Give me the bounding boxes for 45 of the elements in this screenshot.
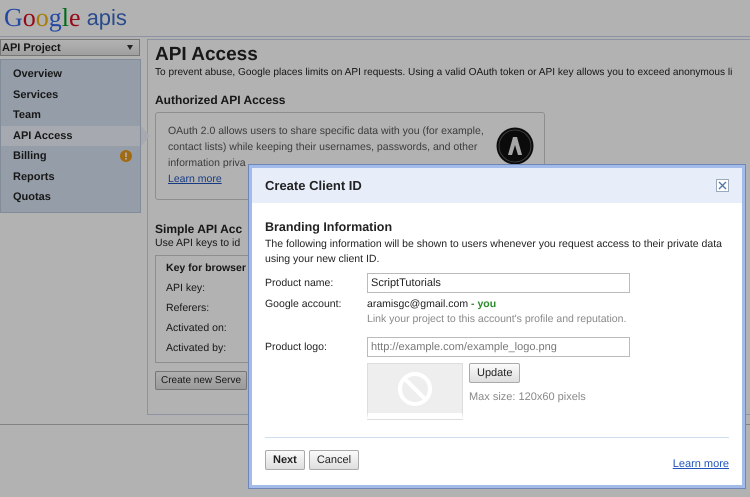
next-button[interactable]: Next (265, 450, 305, 470)
section-heading: Authorized API Access (155, 93, 286, 107)
sidebar-item[interactable]: API Access (1, 126, 140, 146)
dialog-title: Create Client ID (265, 178, 362, 193)
close-button[interactable] (716, 179, 729, 192)
description-text: information priva (168, 156, 246, 171)
sidebar-item[interactable]: Reports (1, 166, 140, 187)
hint-text: Link your project to this account's profile and reputation. (367, 313, 626, 325)
page-title: API Access (155, 44, 258, 66)
caret-icon (127, 45, 133, 50)
sidebar-item[interactable]: Services (1, 84, 140, 105)
create-server-key-button[interactable]: Create new Serve (155, 371, 248, 390)
you-label: - you (471, 298, 496, 310)
pointer-arrow-icon (141, 126, 150, 146)
sidebar-item[interactable]: Quotas (1, 187, 140, 208)
description-text: The following information will be shown to users whenever you request access to their private data using your new client ID. (265, 237, 723, 267)
learn-more-link[interactable]: Learn more (168, 173, 222, 185)
oauth-logo-icon (496, 127, 534, 165)
sidebar-item[interactable]: Team (1, 105, 140, 126)
field-label: Product name: (265, 277, 334, 289)
learn-more-link[interactable]: Learn more (672, 458, 729, 470)
project-dropdown[interactable]: API Project (0, 39, 140, 56)
description-text: Use API keys to id (155, 237, 240, 249)
field-label: Product logo: (265, 341, 328, 353)
account-email: aramisgc@gmail.com (367, 298, 468, 310)
field-label: API key: (166, 282, 206, 294)
hint-text: Max size: 120x60 pixels (469, 391, 586, 403)
sidebar-item[interactable]: Billing (1, 146, 140, 166)
section-heading: Simple API Acc (155, 222, 242, 236)
description-text: contact lists) while keeping their usernames, passwords, and other (168, 140, 478, 155)
key-card-title: Key for browser (166, 262, 246, 274)
intro-text: To prevent abuse, Google places limits on API requests. Using a valid OAuth token or API key allows you to exceed anonymous li (155, 67, 732, 78)
field-label: Referers: (166, 302, 210, 314)
section-heading: Branding Information (265, 220, 394, 234)
field-label: Google account: (265, 298, 342, 310)
logo-url-field[interactable]: http://example.com/example_logo.png (367, 337, 630, 357)
description-text: OAuth 2.0 allows users to share specific data with you (for example, (168, 124, 484, 139)
cancel-button[interactable]: Cancel (308, 450, 360, 470)
sidebar-item[interactable]: Overview (1, 64, 140, 84)
product-name-field[interactable]: ScriptTutorials (367, 273, 630, 293)
field-label: Activated on: (166, 322, 227, 334)
logo-suffix: apis (86, 5, 127, 31)
field-label: Activated by: (166, 342, 226, 354)
logo: Google (4, 3, 81, 33)
update-button[interactable]: Update (469, 363, 520, 383)
